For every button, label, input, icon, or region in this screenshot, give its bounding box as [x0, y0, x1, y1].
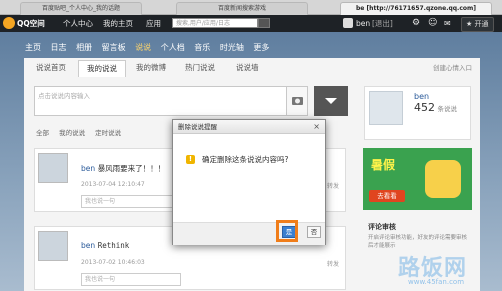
dialog-title: 删除说说提醒: [173, 120, 325, 134]
close-icon[interactable]: ×: [313, 121, 320, 133]
cancel-button[interactable]: 否: [307, 226, 321, 238]
delete-confirm-dialog: 删除说说提醒 × ! 确定删除这条说说内容吗? 是 否: [172, 119, 326, 245]
highlight-box: [276, 220, 298, 242]
dialog-footer: [173, 222, 325, 245]
dialog-message: 确定删除这条说说内容吗?: [202, 155, 289, 164]
warning-icon: !: [186, 155, 195, 164]
